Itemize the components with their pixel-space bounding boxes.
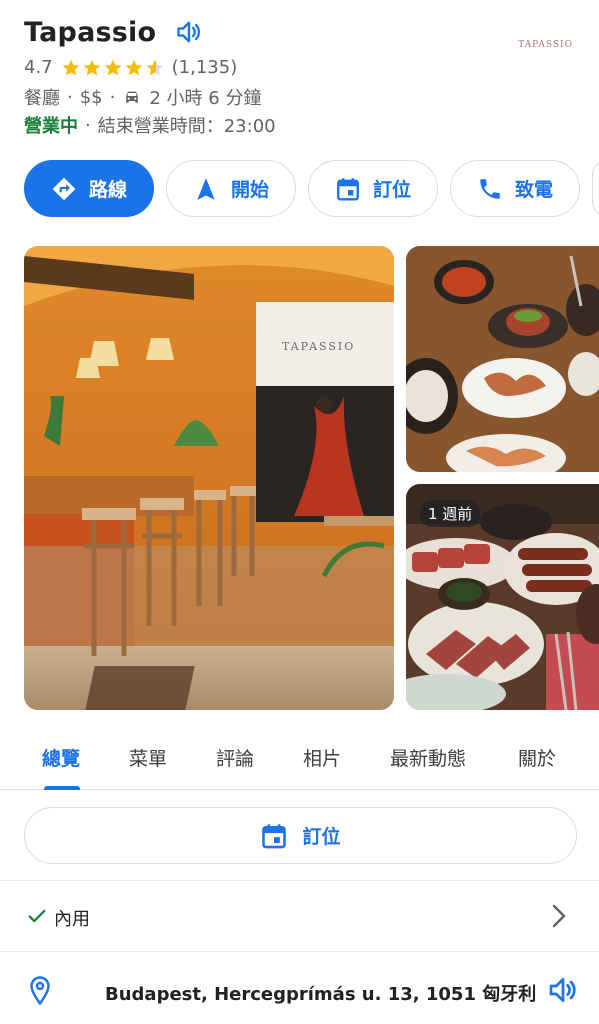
action-chips: 路線 開始 訂位 致電 <box>24 160 599 217</box>
rating-value: 4.7 <box>24 57 53 78</box>
location-pin-icon <box>30 976 50 1006</box>
price-level: $$ <box>79 86 103 108</box>
active-tab-indicator <box>44 786 80 790</box>
chevron-right-icon <box>552 904 566 928</box>
reserve-chip-label: 訂位 <box>372 179 411 201</box>
tab-about[interactable]: 關於 <box>518 744 556 771</box>
call-button[interactable]: 致電 <box>450 160 580 217</box>
travel-time: 2 小時 6 分鐘 <box>149 88 262 109</box>
address-row[interactable]: Budapest, Hercegprímás u. 13, 1051 匈牙利 <box>0 960 599 1020</box>
tab-bar: 總覽 菜單 評論 相片 最新動態 關於 <box>0 736 599 790</box>
navigation-arrow-icon <box>193 176 219 202</box>
interior-photo[interactable]: TAPASSIO <box>24 246 394 710</box>
calendar-icon <box>335 176 361 202</box>
tab-updates[interactable]: 最新動態 <box>390 744 466 771</box>
more-actions-chip[interactable] <box>592 160 599 217</box>
star-half-icon <box>146 59 163 75</box>
category: 餐廳 <box>24 88 60 109</box>
reserve-table-label: 訂位 <box>302 826 341 848</box>
volume-icon[interactable] <box>547 974 579 1006</box>
directions-icon <box>51 176 77 202</box>
tab-photos[interactable]: 相片 <box>303 744 341 771</box>
service-options-row[interactable]: 內用 <box>0 881 599 951</box>
review-count: (1,135) <box>171 57 238 78</box>
food-photo[interactable] <box>406 246 599 472</box>
food-photo[interactable]: 1 週前 <box>406 484 599 710</box>
star-icon <box>104 59 121 75</box>
start-label: 開始 <box>230 179 269 201</box>
call-label: 致電 <box>514 179 553 201</box>
meta-row: 餐廳 · $$ · 2 小時 6 分鐘 <box>24 84 261 110</box>
check-icon <box>28 909 46 923</box>
directions-label: 路線 <box>88 179 127 201</box>
reserve-chip[interactable]: 訂位 <box>308 160 438 217</box>
separator-dot: · <box>85 114 91 136</box>
separator-dot: · <box>67 86 73 108</box>
star-rating <box>61 58 166 78</box>
phone-icon <box>477 176 503 202</box>
directions-button[interactable]: 路線 <box>24 160 154 217</box>
restaurant-logo: TAPASSIO <box>518 40 573 50</box>
photo-age-badge: 1 週前 <box>420 500 481 527</box>
interior-sign-text: TAPASSIO <box>282 340 355 353</box>
star-icon <box>125 59 142 75</box>
divider <box>0 951 599 952</box>
car-icon <box>126 91 139 103</box>
dine-in-label: 內用 <box>54 909 90 930</box>
calendar-icon <box>262 823 287 848</box>
tab-overview[interactable]: 總覽 <box>42 744 80 771</box>
rating-row[interactable]: 4.7 (1,135) <box>24 57 237 78</box>
address-text: Budapest, Hercegprímás u. 13, 1051 匈牙利 <box>105 984 537 1005</box>
reserve-table-button[interactable]: 訂位 <box>24 807 577 864</box>
closing-time: 結束營業時間：23:00 <box>97 116 276 137</box>
volume-icon[interactable] <box>174 17 204 47</box>
open-status: 營業中 <box>24 116 78 137</box>
place-title: Tapassio <box>24 16 157 48</box>
star-icon <box>62 59 79 75</box>
start-button[interactable]: 開始 <box>166 160 296 217</box>
tab-menu[interactable]: 菜單 <box>129 744 167 771</box>
tab-reviews[interactable]: 評論 <box>216 744 254 771</box>
hours-row[interactable]: 營業中 · 結束營業時間：23:00 <box>24 112 276 138</box>
separator-dot: · <box>109 86 116 108</box>
star-icon <box>83 59 100 75</box>
title-row: Tapassio <box>24 14 204 50</box>
